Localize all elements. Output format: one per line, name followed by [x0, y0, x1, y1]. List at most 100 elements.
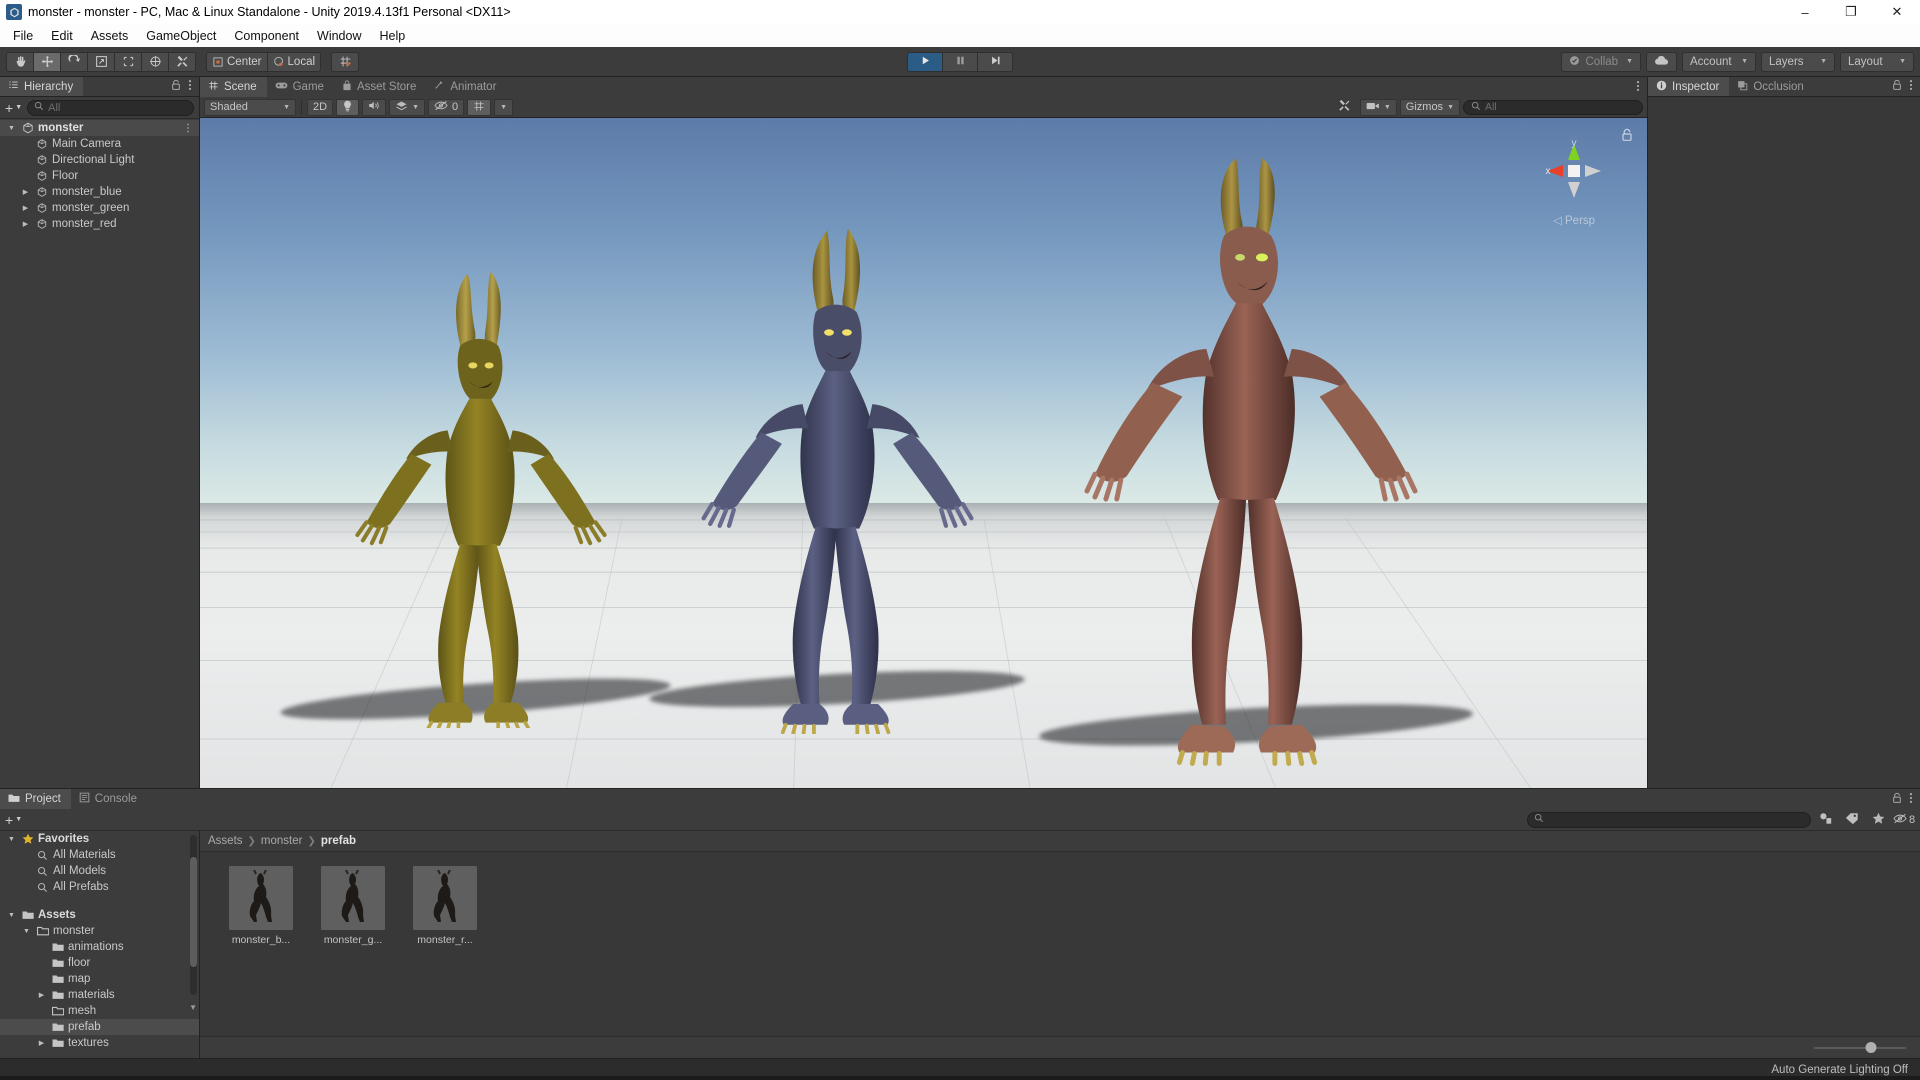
tree-scroll-down-arrow[interactable]: ▼ [189, 1003, 197, 1012]
custom-tool-button[interactable] [168, 51, 196, 72]
menu-file[interactable]: File [4, 26, 42, 46]
hand-tool-button[interactable] [6, 51, 34, 72]
tab-hierarchy[interactable]: Hierarchy [0, 77, 84, 96]
rotate-tool-button[interactable] [60, 51, 88, 72]
cloud-button[interactable] [1646, 51, 1678, 72]
filter-by-label-button[interactable] [1841, 811, 1863, 828]
chevron-down-icon[interactable]: ▼ [6, 912, 17, 919]
draw-mode-dropdown[interactable]: Shaded ▼ [204, 98, 296, 116]
breadcrumb-monster[interactable]: monster [261, 835, 303, 847]
scale-tool-button[interactable] [87, 51, 115, 72]
chevron-down-icon[interactable]: ▼ [21, 928, 32, 935]
hierarchy-item-main-camera[interactable]: Main Camera [0, 136, 199, 152]
gizmos-dropdown[interactable]: Gizmos ▼ [1399, 98, 1460, 116]
hierarchy-add-button[interactable]: + ▼ [5, 100, 22, 116]
layers-dropdown[interactable]: Layers ▼ [1761, 51, 1836, 72]
menu-gameobject[interactable]: GameObject [137, 26, 225, 46]
pivot-rotation-button[interactable]: Local [266, 51, 322, 72]
hierarchy-item-monster-red[interactable]: ▶ monster_red [0, 216, 199, 232]
scene-view-axis-gizmo[interactable]: y x [1535, 132, 1613, 210]
chevron-right-icon[interactable]: ▶ [36, 991, 47, 999]
hierarchy-item-floor[interactable]: Floor [0, 168, 199, 184]
chevron-right-icon[interactable]: ▶ [20, 220, 31, 228]
lock-icon[interactable] [1892, 792, 1902, 807]
kebab-icon[interactable] [1636, 80, 1640, 95]
pivot-mode-button[interactable]: Center [206, 51, 268, 72]
asset-item[interactable]: monster_g... [314, 866, 392, 946]
kebab-icon[interactable] [1909, 792, 1913, 807]
project-tree-scrollbar[interactable] [190, 835, 197, 995]
tab-console[interactable]: Console [70, 789, 147, 809]
project-tree-item-all-materials[interactable]: All Materials [0, 847, 199, 863]
filter-by-type-button[interactable] [1815, 811, 1837, 828]
tab-animator[interactable]: Animator [426, 77, 507, 97]
menu-window[interactable]: Window [308, 26, 370, 46]
chevron-down-icon[interactable]: ▼ [6, 125, 17, 132]
project-tree-item-assets[interactable]: ▼ Assets [0, 907, 199, 923]
kebab-icon[interactable]: ⋮ [183, 123, 193, 134]
menu-assets[interactable]: Assets [82, 26, 138, 46]
menu-component[interactable]: Component [225, 26, 308, 46]
project-search-input[interactable] [1527, 811, 1811, 828]
chevron-right-icon[interactable]: ▶ [20, 204, 31, 212]
menu-edit[interactable]: Edit [42, 26, 82, 46]
kebab-icon[interactable] [1909, 79, 1913, 94]
tab-asset-store[interactable]: Asset Store [333, 77, 427, 97]
close-button[interactable]: ✕ [1874, 0, 1920, 24]
maximize-button[interactable]: ❐ [1828, 0, 1874, 24]
project-tree-item-all-prefabs[interactable]: All Prefabs [0, 879, 199, 895]
asset-item[interactable]: monster_r... [406, 866, 484, 946]
project-tree-item-all-models[interactable]: All Models [0, 863, 199, 879]
project-tree-item-textures[interactable]: ▶ textures [0, 1035, 199, 1051]
asset-zoom-slider[interactable] [1814, 1041, 1906, 1055]
project-hidden-count[interactable]: 8 [1893, 811, 1915, 828]
toggle-lighting-button[interactable] [336, 98, 360, 116]
toggle-audio-button[interactable] [362, 98, 387, 116]
scene-viewport[interactable]: y x ◁ Persp [200, 118, 1647, 788]
hierarchy-item-directional-light[interactable]: Directional Light [0, 152, 199, 168]
menu-help[interactable]: Help [370, 26, 414, 46]
project-tree-item-mesh[interactable]: mesh [0, 1003, 199, 1019]
hidden-objects-button[interactable]: 0 [428, 98, 465, 116]
layout-dropdown[interactable]: Layout ▼ [1840, 51, 1915, 72]
project-tree-item-prefab[interactable]: prefab [0, 1019, 199, 1035]
toggle-2d-button[interactable]: 2D [307, 98, 334, 116]
pause-button[interactable] [942, 51, 979, 72]
project-tree-item-favorites[interactable]: ▼ Favorites [0, 831, 199, 847]
project-tree-item-materials[interactable]: ▶ materials [0, 987, 199, 1003]
minimize-button[interactable]: – [1782, 0, 1828, 24]
scene-camera-button[interactable]: ▼ [1359, 98, 1397, 116]
tab-scene[interactable]: Scene [200, 77, 267, 97]
breadcrumb-prefab[interactable]: prefab [321, 835, 356, 847]
hierarchy-search-input[interactable]: All [27, 99, 194, 116]
tab-project[interactable]: Project [0, 789, 71, 809]
project-tree-item-floor[interactable]: floor [0, 955, 199, 971]
asset-item[interactable]: monster_b... [222, 866, 300, 946]
tab-game[interactable]: Game [266, 77, 334, 97]
chevron-right-icon[interactable]: ▶ [36, 1039, 47, 1047]
chevron-right-icon[interactable]: ▶ [20, 188, 31, 196]
project-tree-item-map[interactable]: map [0, 971, 199, 987]
lock-icon[interactable] [1892, 79, 1902, 94]
hierarchy-item-monster-blue[interactable]: ▶ monster_blue [0, 184, 199, 200]
monster-blue-model[interactable] [656, 225, 1032, 735]
move-tool-button[interactable] [33, 51, 61, 72]
monster-green-model[interactable] [301, 259, 677, 728]
hierarchy-item-monster[interactable]: ▼ monster ⋮ [0, 120, 199, 136]
account-dropdown[interactable]: Account ▼ [1682, 51, 1757, 72]
kebab-icon[interactable] [188, 79, 192, 94]
scene-search-input[interactable]: All [1463, 99, 1643, 115]
slider-knob[interactable] [1865, 1042, 1877, 1053]
play-button[interactable] [907, 51, 944, 72]
chevron-down-icon[interactable]: ▼ [6, 836, 17, 843]
lock-icon[interactable] [171, 79, 181, 94]
breadcrumb-assets[interactable]: Assets [208, 835, 243, 847]
transform-tool-button[interactable] [141, 51, 169, 72]
tab-inspector[interactable]: Inspector [1648, 77, 1730, 96]
scene-view-lock-icon[interactable] [1621, 128, 1633, 145]
rect-transform-tool-button[interactable] [114, 51, 142, 72]
toggle-fx-button[interactable]: ▼ [389, 98, 425, 116]
scene-tools-button[interactable] [1332, 99, 1357, 116]
project-add-button[interactable]: + ▼ [5, 812, 22, 828]
favorite-filter-button[interactable] [1867, 811, 1889, 828]
